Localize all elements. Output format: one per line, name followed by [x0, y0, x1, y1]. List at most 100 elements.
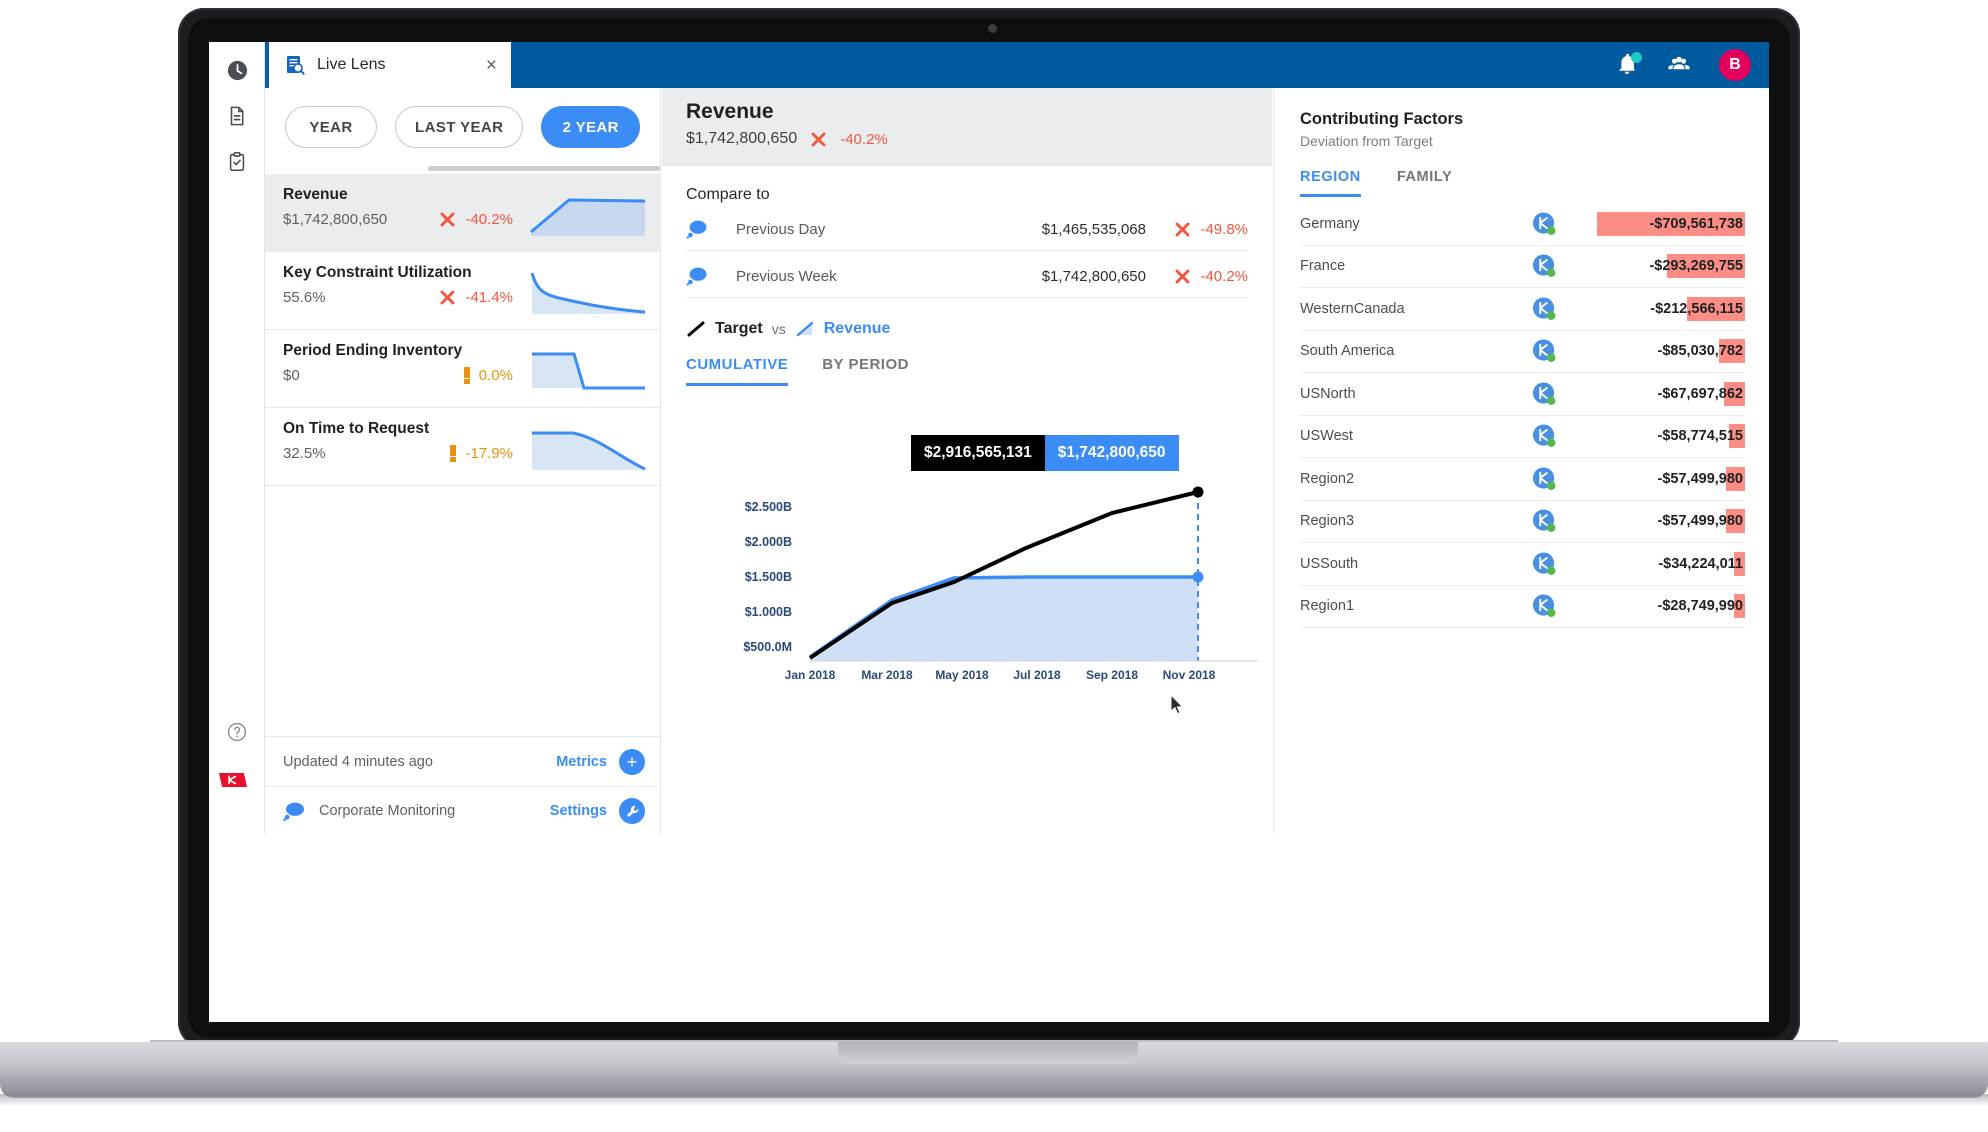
factor-name: Germany	[1300, 215, 1360, 232]
factors-tabs: REGION FAMILY	[1274, 149, 1769, 197]
tab-cumulative[interactable]: CUMULATIVE	[686, 356, 789, 386]
table-row[interactable]: Region2 -$57,499,980	[1300, 458, 1745, 501]
kinaxis-badge-icon[interactable]	[1532, 594, 1557, 619]
tab-by-period[interactable]: BY PERIOD	[822, 356, 909, 386]
range-year[interactable]: YEAR	[285, 106, 377, 148]
chart-tooltip: $2,916,565,131 $1,742,800,650	[911, 435, 1179, 471]
people-icon[interactable]	[1667, 52, 1693, 78]
chart-legend: Target vs Revenue	[662, 298, 1272, 338]
kinaxis-badge-icon[interactable]	[1532, 424, 1557, 449]
revenue-legend-icon	[796, 321, 813, 337]
metric-row-on-time-to-request[interactable]: On Time to Request 32.5% -17.9%	[265, 408, 661, 486]
legend-target-label: Target	[715, 320, 763, 337]
kinaxis-badge-icon[interactable]	[1532, 466, 1557, 491]
factor-value-wrap: -$709,561,738	[1597, 211, 1745, 237]
metric-row-key-constraint-utilization[interactable]: Key Constraint Utilization 55.6% -41.4%	[265, 252, 661, 330]
x-flag-icon	[811, 132, 826, 146]
factor-name: USNorth	[1300, 385, 1356, 402]
table-row[interactable]: Region3 -$57,499,980	[1300, 501, 1745, 543]
metric-row-period-ending-inventory[interactable]: Period Ending Inventory $0 0.0%	[265, 330, 661, 408]
factor-name: USWest	[1300, 428, 1353, 445]
bell-icon[interactable]	[1615, 52, 1642, 78]
settings-link[interactable]: Settings	[550, 803, 607, 819]
clock-icon[interactable]	[223, 56, 251, 84]
table-row[interactable]: WesternCanada -$212,566,115	[1300, 288, 1745, 331]
kinaxis-logo-icon[interactable]	[219, 766, 247, 794]
factors-title: Contributing Factors	[1300, 110, 1464, 128]
kinaxis-badge-icon[interactable]	[1532, 509, 1557, 534]
svg-text:Jan 2018: Jan 2018	[785, 668, 836, 682]
revenue-chart: $2.500B $2.000B $1.500B $1.000B $500.0M	[662, 428, 1272, 728]
svg-text:$2.500B: $2.500B	[745, 500, 792, 514]
svg-text:Mar 2018: Mar 2018	[861, 668, 913, 682]
add-metric-button[interactable]: +	[619, 748, 645, 775]
left-panel-footer: Updated 4 minutes ago Metrics + Corporat…	[265, 736, 661, 834]
metric-value: 55.6%	[283, 289, 326, 306]
kinaxis-badge-icon[interactable]	[1532, 296, 1557, 321]
svg-text:$2.000B: $2.000B	[745, 535, 792, 549]
sparkline-ramp-flat	[530, 198, 646, 236]
chat-bubble-icon	[686, 267, 707, 286]
close-icon[interactable]: ×	[480, 56, 497, 75]
factor-name: Region1	[1300, 598, 1355, 615]
compare-delta: -49.8%	[1200, 220, 1248, 238]
document-icon[interactable]	[223, 102, 251, 130]
kinaxis-badge-icon[interactable]	[1532, 381, 1557, 406]
legend-vs-label: vs	[771, 321, 786, 337]
table-row[interactable]: France -$293,269,755	[1300, 246, 1745, 288]
kinaxis-badge-icon[interactable]	[1532, 339, 1557, 364]
factor-value: -$58,774,515	[1657, 428, 1743, 445]
chart-tabs: CUMULATIVE BY PERIOD	[662, 338, 1272, 386]
factor-value: -$293,269,755	[1649, 258, 1743, 275]
compare-row-previous-week[interactable]: Previous Week $1,742,800,650 -40.2%	[686, 255, 1248, 298]
factor-value: -$67,697,862	[1657, 385, 1743, 402]
factor-value: -$709,561,738	[1649, 215, 1743, 232]
tab-live-lens[interactable]: Live Lens ×	[265, 42, 511, 88]
factors-subtitle: Deviation from Target	[1300, 133, 1433, 149]
avatar[interactable]: B	[1719, 49, 1751, 81]
table-row[interactable]: Germany -$709,561,738	[1300, 203, 1745, 246]
tab-family[interactable]: FAMILY	[1397, 169, 1452, 197]
horizontal-scrollbar[interactable]	[428, 166, 660, 171]
table-row[interactable]: USWest -$58,774,515	[1300, 416, 1745, 458]
table-row[interactable]: South America -$85,030,782	[1300, 331, 1745, 373]
range-2-year[interactable]: 2 YEAR	[541, 106, 640, 148]
kinaxis-badge-icon[interactable]	[1532, 551, 1557, 576]
table-row[interactable]: Region1 -$28,749,990	[1300, 586, 1745, 628]
compare-label: Previous Day	[736, 220, 826, 238]
legend-revenue-label: Revenue	[823, 320, 891, 337]
webcam-icon	[988, 24, 997, 33]
metric-list: Revenue $1,742,800,650 -40.2% Key Constr…	[265, 174, 661, 486]
help-icon[interactable]	[223, 718, 251, 746]
table-row[interactable]: USNorth -$67,697,862	[1300, 373, 1745, 416]
screenshot-stage: Live Lens × B YEAR LAST YEAR 2 YEAR Reve…	[0, 0, 1988, 1132]
metric-delta: 0.0%	[478, 367, 513, 384]
mouse-cursor	[1170, 694, 1184, 715]
factor-name: USSouth	[1300, 555, 1359, 572]
kinaxis-badge-icon[interactable]	[1532, 254, 1557, 279]
compare-row-previous-day[interactable]: Previous Day $1,465,535,068 -49.8%	[686, 208, 1248, 251]
factor-value: -$34,224,011	[1658, 555, 1743, 572]
detail-header: Revenue $1,742,800,650 -40.2%	[662, 88, 1272, 166]
metric-row-revenue[interactable]: Revenue $1,742,800,650 -40.2%	[265, 174, 661, 252]
compare-value: $1,742,800,650	[1041, 267, 1146, 285]
svg-text:May 2018: May 2018	[935, 668, 989, 682]
x-flag-icon	[1175, 222, 1190, 236]
kinaxis-badge-icon[interactable]	[1532, 211, 1557, 236]
range-selector: YEAR LAST YEAR 2 YEAR	[265, 88, 660, 166]
factor-name: WesternCanada	[1300, 300, 1405, 317]
tab-region[interactable]: REGION	[1300, 169, 1361, 197]
clipboard-check-icon[interactable]	[223, 148, 251, 176]
tooltip-target-value: $2,916,565,131	[911, 435, 1045, 471]
factor-value-wrap: -$34,224,011	[1658, 551, 1745, 577]
monitoring-label: Corporate Monitoring	[319, 803, 456, 819]
metrics-link[interactable]: Metrics	[556, 754, 607, 770]
updated-row: Updated 4 minutes ago Metrics +	[265, 737, 661, 786]
range-last-year[interactable]: LAST YEAR	[395, 106, 524, 148]
factor-value-wrap: -$67,697,862	[1658, 381, 1745, 407]
table-row[interactable]: USSouth -$34,224,011	[1300, 543, 1745, 586]
settings-button[interactable]	[619, 798, 645, 824]
monitoring-row: Corporate Monitoring Settings	[265, 786, 661, 835]
chat-bubble-icon	[283, 802, 304, 821]
wrench-icon	[626, 805, 638, 817]
